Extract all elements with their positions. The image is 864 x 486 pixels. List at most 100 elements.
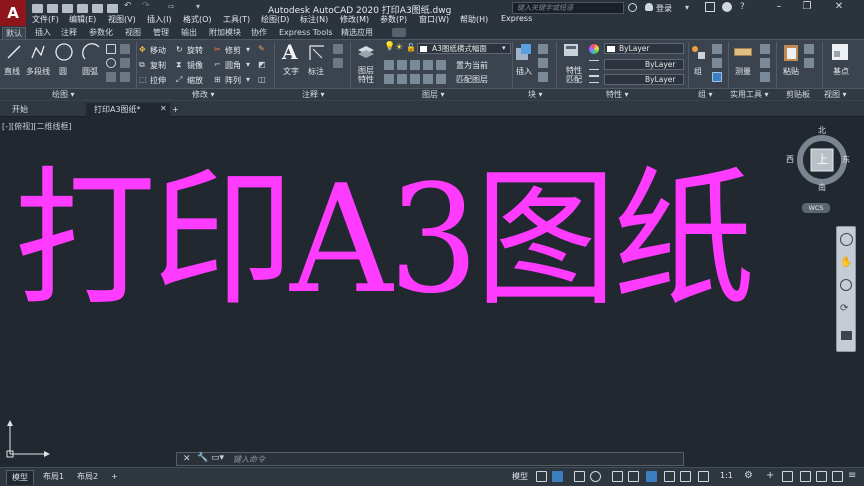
chevron-down-icon[interactable]: ▾ xyxy=(685,3,689,12)
polar-tracking-icon[interactable] xyxy=(590,471,601,482)
object-snap-icon[interactable] xyxy=(646,471,657,482)
match-layer-icon[interactable] xyxy=(436,74,446,84)
arc-icon[interactable] xyxy=(82,42,102,62)
color-wheel-icon[interactable] xyxy=(589,44,599,54)
lock-icon[interactable]: 🔓 xyxy=(406,43,416,52)
polyline-button-label[interactable]: 多段线 xyxy=(26,66,50,77)
utility-tool-icon[interactable] xyxy=(760,72,770,82)
offset-icon[interactable]: ◫ xyxy=(258,75,266,84)
tab-parametric[interactable]: 参数化 xyxy=(86,27,116,39)
tab-annotate[interactable]: 注释 xyxy=(58,27,80,39)
match-layer-button[interactable]: 匹配图层 xyxy=(456,74,488,85)
group-icon[interactable] xyxy=(690,44,706,60)
open-file-icon[interactable] xyxy=(47,4,58,13)
autocad-logo-icon[interactable]: A xyxy=(0,0,26,26)
close-icon[interactable]: ✕ xyxy=(183,454,191,464)
zoom-extents-icon[interactable] xyxy=(840,279,852,291)
close-icon[interactable]: ✕ xyxy=(828,0,850,14)
copy-clip-icon[interactable] xyxy=(804,44,814,54)
close-tab-icon[interactable]: ✕ xyxy=(160,104,167,113)
menu-file[interactable]: 文件(F) xyxy=(32,14,59,25)
cut-icon[interactable] xyxy=(804,58,814,68)
leader-icon[interactable] xyxy=(333,44,343,54)
group-edit-icon[interactable] xyxy=(712,58,722,68)
line-button-label[interactable]: 直线 xyxy=(4,66,20,77)
utility-tool-icon[interactable] xyxy=(760,58,770,68)
layer-properties-icon[interactable] xyxy=(356,42,376,62)
wcs-menu[interactable]: WCS xyxy=(802,203,830,213)
menu-edit[interactable]: 编辑(E) xyxy=(69,14,96,25)
cloud-icon[interactable] xyxy=(92,4,103,13)
table-icon[interactable] xyxy=(333,58,343,68)
redo-icon[interactable]: ↷ xyxy=(142,2,153,11)
utility-tool-icon[interactable] xyxy=(760,44,770,54)
array-button[interactable]: 阵列 xyxy=(225,75,241,86)
lightbulb-icon[interactable]: 💡 xyxy=(384,42,395,52)
grid-icon[interactable] xyxy=(536,471,547,482)
sun-icon[interactable]: ☀ xyxy=(395,43,403,53)
start-tab[interactable]: 开始 xyxy=(4,103,84,117)
clean-screen-icon[interactable] xyxy=(832,471,843,482)
pan-icon[interactable]: ✋ xyxy=(840,257,852,268)
layer-tool-icon[interactable] xyxy=(423,60,433,70)
tab-home[interactable]: 默认 xyxy=(2,27,26,39)
view-panel-label[interactable]: 视图 ▾ xyxy=(824,89,847,100)
lineweight-dropdown[interactable]: ByLayer xyxy=(604,74,684,85)
snap-icon[interactable] xyxy=(552,471,563,482)
menu-help[interactable]: 帮助(H) xyxy=(460,14,488,25)
customize-quick-access-icon[interactable]: ▾ xyxy=(196,2,207,11)
save-icon[interactable] xyxy=(62,4,73,13)
chevron-down-icon[interactable]: ▾ xyxy=(502,44,506,52)
circle-button-label[interactable]: 圆 xyxy=(59,66,67,77)
match-properties-icon[interactable] xyxy=(562,42,582,62)
viewcube-top-face[interactable]: 上 xyxy=(817,151,828,167)
modify-panel-label[interactable]: 修改 ▾ xyxy=(192,89,215,100)
properties-panel-label[interactable]: 特性 ▾ xyxy=(606,89,629,100)
annotation-panel-label[interactable]: 注释 ▾ xyxy=(302,89,325,100)
sign-in-link[interactable]: 登录 xyxy=(656,3,672,14)
compass-south-label[interactable]: 南 xyxy=(818,182,826,193)
color-dropdown[interactable]: ByLayer xyxy=(604,43,684,54)
line-icon[interactable] xyxy=(6,44,22,60)
compass-north-label[interactable]: 北 xyxy=(818,125,826,136)
viewport-controls-label[interactable]: [-][俯视][二维线框] xyxy=(2,121,72,132)
layer-tool-icon[interactable] xyxy=(384,74,394,84)
menu-insert[interactable]: 插入(I) xyxy=(147,14,172,25)
exchange-apps-icon[interactable] xyxy=(705,2,715,12)
print-icon[interactable] xyxy=(107,4,118,13)
tab-output[interactable]: 输出 xyxy=(178,27,200,39)
menu-tools[interactable]: 工具(T) xyxy=(223,14,250,25)
menu-express[interactable]: Express xyxy=(501,14,532,23)
layer-tool-icon[interactable] xyxy=(423,74,433,84)
lineweight-toggle-icon[interactable] xyxy=(664,471,675,482)
set-current-icon[interactable] xyxy=(436,60,446,70)
move-button[interactable]: 移动 xyxy=(150,45,166,56)
menu-draw[interactable]: 绘图(D) xyxy=(261,14,289,25)
annotation-scale[interactable]: 1:1 xyxy=(720,471,733,480)
base-view-icon[interactable] xyxy=(830,42,850,62)
compass-east-label[interactable]: 东 xyxy=(842,154,850,165)
minimize-icon[interactable]: – xyxy=(768,0,790,14)
layer-tool-icon[interactable] xyxy=(410,60,420,70)
insert-button-label[interactable]: 插入 xyxy=(516,66,532,77)
layers-panel-label[interactable]: 图层 ▾ xyxy=(422,89,445,100)
layer-tool-icon[interactable] xyxy=(397,74,407,84)
text-icon[interactable]: A xyxy=(282,40,298,64)
gradient-icon[interactable] xyxy=(120,58,130,68)
layer-tool-icon[interactable] xyxy=(384,60,394,70)
group-select-icon[interactable] xyxy=(712,72,722,82)
rotate-button[interactable]: 旋转 xyxy=(187,45,203,56)
undo-icon[interactable]: ↶ xyxy=(124,2,135,11)
new-tab-button[interactable]: + xyxy=(168,103,179,117)
menu-view[interactable]: 视图(V) xyxy=(108,14,136,25)
ellipse-icon[interactable] xyxy=(106,58,116,68)
selection-cycling-icon[interactable] xyxy=(698,471,709,482)
model-space-toggle[interactable]: 模型 xyxy=(512,471,528,482)
clipboard-panel-label[interactable]: 剪贴板 xyxy=(786,89,810,100)
explode-icon[interactable]: ◩ xyxy=(258,60,266,69)
new-file-icon[interactable] xyxy=(32,4,43,13)
transparency-icon[interactable] xyxy=(680,471,691,482)
group-panel-label[interactable]: 组 ▾ xyxy=(698,89,713,100)
text-button-label[interactable]: 文字 xyxy=(283,66,299,77)
quick-properties-icon[interactable] xyxy=(800,471,811,482)
